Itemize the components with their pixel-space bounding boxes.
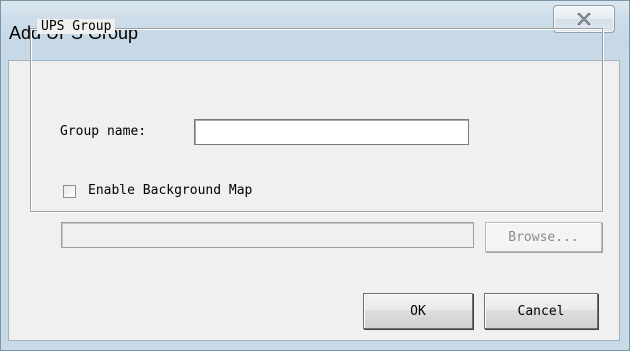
cancel-button-label: Cancel <box>517 303 565 319</box>
enable-background-map-label[interactable]: Enable Background Map <box>88 183 252 198</box>
group-name-label: Group name: <box>60 124 147 139</box>
group-name-input[interactable] <box>194 119 469 145</box>
enable-background-map-checkbox[interactable] <box>63 185 76 198</box>
browse-button-label: Browse... <box>508 229 579 245</box>
background-map-path-input <box>61 222 474 248</box>
ok-button-label: OK <box>410 303 426 319</box>
browse-button: Browse... <box>485 222 602 252</box>
ok-button[interactable]: OK <box>363 293 473 329</box>
groupbox-label: UPS Group <box>37 19 116 34</box>
cancel-button[interactable]: Cancel <box>484 293 598 329</box>
close-icon <box>577 10 591 29</box>
